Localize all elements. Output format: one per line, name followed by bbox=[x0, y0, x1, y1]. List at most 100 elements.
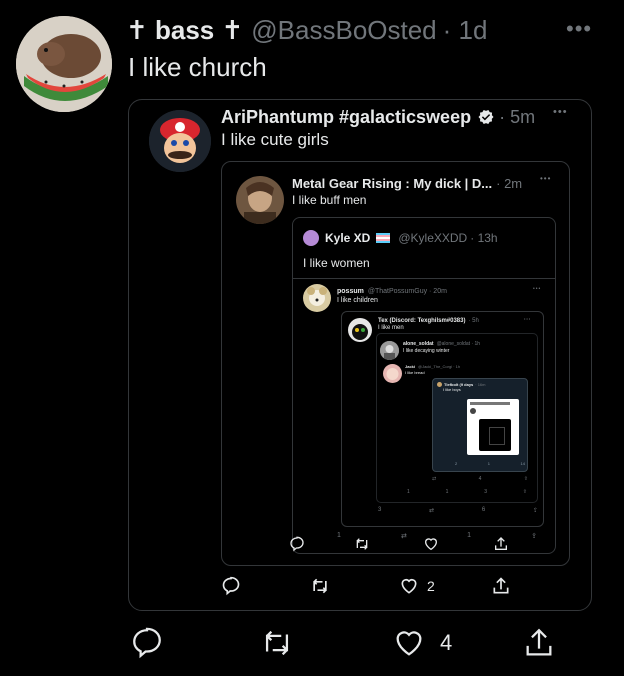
quote8-text: I like boys bbox=[443, 387, 461, 392]
quote-tweet-2[interactable]: Metal Gear Rising : My dick | D... · 2m … bbox=[221, 161, 570, 566]
avatar-tex[interactable] bbox=[348, 318, 372, 342]
retweet-icon[interactable]: ⇄ bbox=[429, 507, 434, 514]
more-icon[interactable]: ••• bbox=[540, 174, 551, 183]
tweet-actions: 4 bbox=[130, 626, 570, 662]
avatar-image bbox=[16, 16, 112, 112]
quote3-text: I like women bbox=[303, 256, 370, 270]
trans-flag-icon bbox=[376, 233, 391, 243]
reply-count[interactable]: 1 bbox=[407, 489, 410, 495]
screenshot-avatar bbox=[470, 408, 476, 414]
share-icon[interactable]: ⇪ bbox=[531, 532, 537, 540]
avatar-image bbox=[348, 318, 372, 342]
quote-tweet-6[interactable]: alone_soldat @alone_soldat · 1h I like d… bbox=[376, 333, 538, 503]
share-icon[interactable]: ⇪ bbox=[533, 507, 538, 514]
avatar-image bbox=[236, 176, 284, 224]
quote7-actions: ⇄ 4 ⇪ bbox=[432, 476, 528, 482]
handle[interactable]: @Jacki_The_Corgi · 1h bbox=[418, 364, 460, 369]
retweet-icon[interactable]: ⇄ bbox=[432, 476, 436, 482]
avatar-kyle[interactable] bbox=[303, 230, 319, 246]
reply-icon[interactable] bbox=[130, 626, 164, 660]
reply-icon[interactable] bbox=[289, 536, 305, 552]
retweet-count[interactable]: 1 bbox=[446, 489, 449, 495]
quote-tweet-8[interactable]: Tiefbolt (9 days · 16m I like boys 2 1 1… bbox=[432, 378, 528, 472]
reply-count[interactable]: 3 bbox=[378, 507, 381, 514]
like-button[interactable]: 4 bbox=[392, 626, 452, 660]
quote1-text: I like cute girls bbox=[221, 130, 329, 149]
like-count: 4 bbox=[440, 630, 453, 655]
like-icon bbox=[396, 631, 422, 656]
screenshot-inner bbox=[479, 419, 511, 451]
like-button[interactable]: 2 bbox=[399, 576, 435, 596]
display-name[interactable]: possum bbox=[337, 288, 364, 295]
quote2-actions bbox=[289, 536, 509, 554]
retweet-icon[interactable] bbox=[353, 536, 371, 552]
avatar-image bbox=[380, 341, 399, 360]
quote4-text: I like children bbox=[337, 297, 378, 304]
avatar-image bbox=[303, 284, 331, 312]
like-count[interactable]: 14 bbox=[521, 461, 525, 466]
quote8-actions: 2 1 14 bbox=[455, 461, 525, 466]
tweet-text: I like church bbox=[128, 52, 267, 82]
quote-tweet-5[interactable]: Tex (Discord: Texghilsm#0383) · 5h ••• I… bbox=[341, 311, 544, 527]
quote-tweet-1[interactable]: AriPhantump #galacticsweep · 5m ••• I li… bbox=[128, 99, 592, 611]
display-name[interactable]: AriPhantump #galacticsweep bbox=[221, 107, 471, 128]
share-icon[interactable] bbox=[493, 536, 509, 552]
retweet-count[interactable]: 1 bbox=[488, 461, 490, 466]
more-icon[interactable]: ••• bbox=[566, 16, 592, 42]
share-icon[interactable]: ⇪ bbox=[524, 476, 528, 482]
display-name[interactable]: Tiefbolt (9 days bbox=[444, 382, 473, 387]
more-icon[interactable]: ••• bbox=[524, 316, 531, 321]
like-count[interactable]: 4 bbox=[479, 476, 482, 482]
display-name[interactable]: alone_soldat bbox=[403, 341, 434, 347]
display-name[interactable]: Tex (Discord: Texghilsm#0383) bbox=[378, 318, 465, 324]
quote-tweet-3[interactable]: Kyle XD @KyleXXDD · 13h I like women pos… bbox=[292, 217, 556, 554]
like-count[interactable]: 6 bbox=[482, 507, 485, 514]
reply-icon[interactable] bbox=[221, 576, 241, 596]
embedded-screenshot[interactable] bbox=[467, 399, 519, 455]
display-name[interactable]: Kyle XD bbox=[325, 231, 370, 245]
like-icon[interactable] bbox=[423, 536, 439, 552]
timestamp[interactable]: · 5m bbox=[499, 107, 535, 128]
quote1-actions: 2 bbox=[221, 576, 511, 596]
timestamp[interactable]: · 16m bbox=[475, 382, 485, 387]
retweet-icon[interactable] bbox=[309, 576, 331, 596]
avatar-possum[interactable] bbox=[303, 284, 331, 312]
avatar-bass[interactable] bbox=[16, 16, 112, 112]
more-icon[interactable]: ••• bbox=[533, 286, 541, 292]
display-name[interactable]: Jacki bbox=[405, 364, 415, 369]
quote7-header: Jacki @Jacki_The_Corgi · 1h bbox=[405, 363, 460, 369]
like-count[interactable]: 3 bbox=[484, 489, 487, 495]
more-icon[interactable]: ••• bbox=[553, 106, 568, 118]
share-icon[interactable] bbox=[491, 576, 511, 596]
avatar-metal-gear[interactable] bbox=[236, 176, 284, 224]
timestamp[interactable]: · 13h bbox=[470, 231, 497, 245]
tweet-header: ✝ bass ✝ @BassBoOsted · 1d bbox=[126, 14, 487, 46]
divider bbox=[293, 278, 555, 279]
share-icon[interactable]: ⇪ bbox=[523, 489, 527, 495]
quote2-text: I like buff men bbox=[292, 193, 367, 207]
quote6-header: alone_soldat @alone_soldat · 1h bbox=[403, 340, 480, 347]
quote6-text: I like decaying winter bbox=[403, 348, 450, 354]
handle[interactable]: @KyleXXDD bbox=[398, 231, 467, 245]
display-name[interactable]: ✝ bass ✝ bbox=[126, 15, 243, 46]
avatar-image bbox=[149, 110, 211, 172]
share-icon[interactable] bbox=[522, 626, 556, 660]
reply-count[interactable]: 2 bbox=[455, 461, 457, 466]
handle[interactable]: @ThatPossumGuy · 20m bbox=[368, 288, 447, 295]
avatar-tiefbolt[interactable] bbox=[437, 381, 442, 387]
quote2-header: Metal Gear Rising : My dick | D... · 2m bbox=[292, 174, 522, 192]
quote7-text: I like bread bbox=[405, 370, 425, 375]
timestamp[interactable]: · 5h bbox=[468, 318, 478, 324]
handle[interactable]: @BassBoOsted bbox=[251, 15, 436, 46]
avatar-ariphantump[interactable] bbox=[149, 110, 211, 172]
timestamp[interactable]: · 2m bbox=[496, 176, 522, 191]
timestamp[interactable]: · 1d bbox=[443, 15, 488, 46]
handle[interactable]: @alone_soldat · 1h bbox=[437, 341, 480, 347]
avatar-alone-soldat[interactable] bbox=[380, 341, 399, 360]
quote1-header: AriPhantump #galacticsweep · 5m bbox=[221, 105, 535, 129]
display-name[interactable]: Metal Gear Rising : My dick | D... bbox=[292, 176, 492, 191]
verified-icon bbox=[478, 109, 494, 125]
avatar-jacki[interactable] bbox=[383, 364, 402, 383]
quote6-actions: 1 1 3 ⇪ bbox=[407, 489, 527, 495]
retweet-icon[interactable] bbox=[258, 626, 296, 660]
